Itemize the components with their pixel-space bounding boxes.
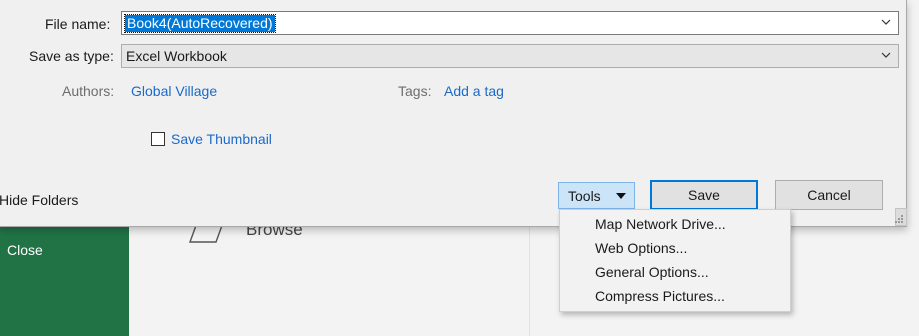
file-name-field[interactable]: Book4(AutoRecovered) [121, 11, 899, 35]
menu-item-compress-pictures[interactable]: Compress Pictures... [595, 288, 725, 304]
tools-button[interactable]: Tools [558, 182, 635, 209]
file-name-label: File name: [45, 16, 111, 32]
chevron-down-icon[interactable] [880, 15, 892, 29]
add-tag-link[interactable]: Add a tag [444, 83, 504, 99]
caret-down-icon [616, 193, 626, 199]
hide-folders-button[interactable]: Hide Folders [0, 192, 78, 208]
cancel-button[interactable]: Cancel [775, 180, 883, 210]
tools-menu: Map Network Drive... Web Options... Gene… [559, 209, 791, 312]
menu-item-general-options[interactable]: General Options... [595, 264, 709, 280]
save-as-type-label: Save as type: [29, 48, 114, 64]
save-as-dialog: File name: Book4(AutoRecovered) Save as … [0, 0, 907, 227]
save-as-type-value: Excel Workbook [126, 48, 227, 64]
backstage-divider [529, 226, 530, 336]
resize-grip-icon[interactable] [894, 214, 904, 224]
save-thumbnail-label[interactable]: Save Thumbnail [171, 131, 272, 147]
menu-item-map-network-drive[interactable]: Map Network Drive... [595, 216, 726, 232]
authors-label: Authors: [62, 83, 115, 99]
tags-label: Tags: [398, 83, 432, 99]
chevron-down-icon[interactable] [880, 48, 892, 62]
file-name-value[interactable]: Book4(AutoRecovered) [124, 14, 276, 33]
tools-label: Tools [568, 187, 601, 204]
save-button[interactable]: Save [650, 180, 758, 210]
menu-item-web-options[interactable]: Web Options... [595, 240, 687, 256]
authors-value-link[interactable]: Global Village [131, 83, 217, 99]
backstage-close-item[interactable]: Close [7, 242, 43, 258]
save-thumbnail-checkbox[interactable] [151, 132, 165, 146]
save-as-type-select[interactable]: Excel Workbook [121, 44, 899, 68]
